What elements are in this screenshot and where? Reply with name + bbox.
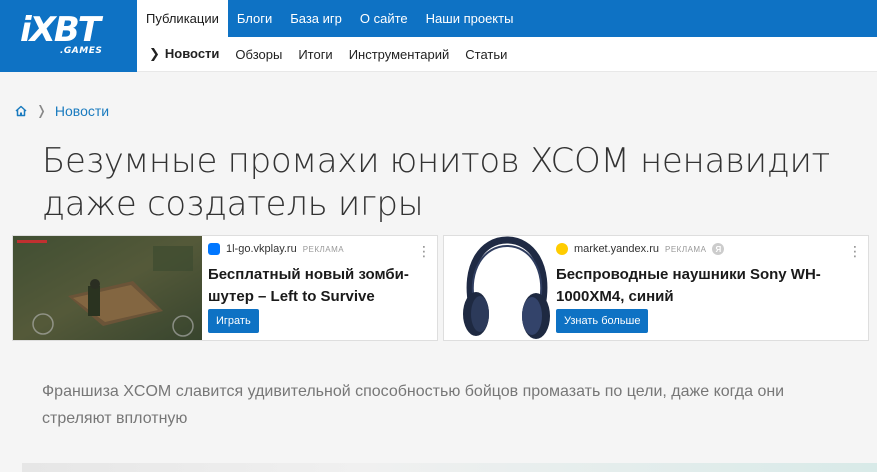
page: iXBT .GAMES Публикации Блоги База игр О … bbox=[0, 0, 877, 472]
logo-subtext: .GAMES bbox=[60, 46, 103, 56]
subnav-item-results[interactable]: Итоги bbox=[290, 47, 340, 62]
ad-source: 1l-go.vkplay.ru РЕКЛАМА bbox=[208, 242, 429, 256]
ad-body: market.yandex.ru РЕКЛАМА Я ⋮ Беспроводны… bbox=[556, 242, 862, 308]
ad-source: market.yandex.ru РЕКЛАМА Я bbox=[556, 242, 860, 256]
more-options-icon[interactable]: ⋮ bbox=[848, 244, 862, 258]
learn-more-button[interactable]: Узнать больше bbox=[556, 309, 649, 333]
breadcrumb: ❭ Новости bbox=[14, 103, 109, 119]
ad-title[interactable]: Беспроводные наушники Sony WH-1000XM4, с… bbox=[556, 264, 860, 308]
subnav-label: Новости bbox=[164, 46, 220, 61]
subnav-item-news[interactable]: ❯ Новости bbox=[137, 46, 227, 62]
subnav-label: Обзоры bbox=[235, 46, 283, 62]
article-image-top-edge bbox=[22, 463, 877, 472]
site-logo[interactable]: iXBT .GAMES bbox=[0, 0, 137, 72]
subnav-item-reviews[interactable]: Обзоры bbox=[227, 47, 290, 62]
top-navigation: Публикации Блоги База игр О сайте Наши п… bbox=[137, 0, 877, 37]
topnav-label: База игр bbox=[290, 11, 342, 26]
topnav-item-about[interactable]: О сайте bbox=[351, 0, 417, 37]
ad-tag: РЕКЛАМА bbox=[302, 244, 345, 254]
home-icon[interactable] bbox=[14, 104, 28, 118]
ad-card-headphones[interactable]: market.yandex.ru РЕКЛАМА Я ⋮ Беспроводны… bbox=[443, 235, 869, 341]
ad-source-domain[interactable]: market.yandex.ru bbox=[574, 243, 659, 255]
topnav-item-publications[interactable]: Публикации bbox=[137, 0, 228, 37]
breadcrumb-separator-icon: ❭ bbox=[36, 103, 47, 118]
more-options-icon[interactable]: ⋮ bbox=[417, 244, 431, 258]
ad-title[interactable]: Бесплатный новый зомби-шутер – Left to S… bbox=[208, 264, 429, 308]
topnav-label: Наши проекты bbox=[425, 11, 514, 26]
topnav-item-games-db[interactable]: База игр bbox=[281, 0, 351, 37]
sub-navigation: ❯ Новости Обзоры Итоги Инструментарий Ста… bbox=[137, 37, 877, 72]
article-lead: Франшиза XCOM славится удивительной спос… bbox=[42, 383, 785, 427]
yandex-market-favicon-icon bbox=[556, 243, 568, 255]
ad-image-game-screenshot bbox=[13, 236, 202, 340]
ad-body: 1l-go.vkplay.ru РЕКЛАМА ⋮ Бесплатный нов… bbox=[208, 242, 431, 308]
article-title: Безумные промахи юнитов XCOM ненавидит д… bbox=[42, 141, 830, 224]
topnav-item-projects[interactable]: Наши проекты bbox=[417, 0, 523, 37]
subnav-item-articles[interactable]: Статьи bbox=[457, 47, 515, 62]
subnav-label: Инструментарий bbox=[348, 46, 450, 62]
chevron-right-icon: ❯ bbox=[149, 46, 160, 61]
topnav-label: Блоги bbox=[236, 11, 273, 26]
subnav-label: Статьи bbox=[465, 46, 508, 62]
yandex-badge-icon: Я bbox=[712, 243, 725, 255]
topnav-label: Публикации bbox=[146, 11, 219, 26]
subnav-item-tools[interactable]: Инструментарий bbox=[341, 47, 458, 62]
ad-card-game[interactable]: 1l-go.vkplay.ru РЕКЛАМА ⋮ Бесплатный нов… bbox=[12, 235, 438, 341]
vkplay-favicon-icon bbox=[208, 243, 220, 255]
site-header: iXBT .GAMES Публикации Блоги База игр О … bbox=[0, 0, 877, 72]
ad-source-domain[interactable]: 1l-go.vkplay.ru bbox=[226, 243, 297, 255]
subnav-label: Итоги bbox=[298, 46, 333, 62]
ad-tag: РЕКЛАМА bbox=[664, 244, 707, 254]
play-button[interactable]: Играть bbox=[208, 309, 259, 333]
logo-text: iXBT bbox=[20, 10, 101, 50]
breadcrumb-link-news[interactable]: Новости bbox=[55, 103, 109, 119]
topnav-item-blogs[interactable]: Блоги bbox=[228, 0, 281, 37]
topnav-label: О сайте bbox=[359, 11, 408, 26]
